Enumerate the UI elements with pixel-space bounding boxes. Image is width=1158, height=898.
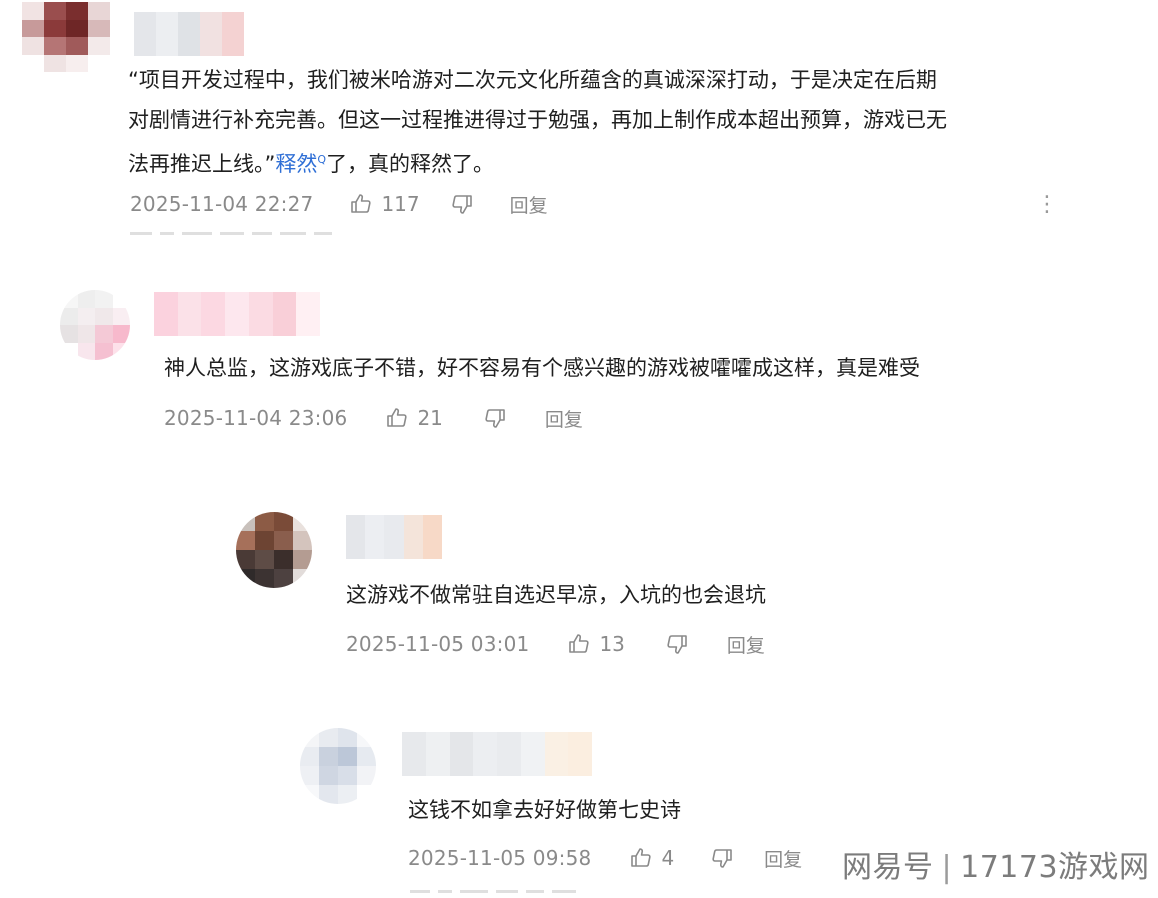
- thumb-down-icon[interactable]: [665, 632, 689, 656]
- avatar[interactable]: [236, 512, 312, 588]
- like-count: 21: [417, 406, 443, 430]
- comment-meta: 2025-11-04 22:27 117 回复: [130, 188, 548, 220]
- username-blurred[interactable]: [346, 515, 443, 559]
- like-count: 13: [599, 632, 625, 656]
- avatar[interactable]: [60, 290, 130, 360]
- thumb-up-icon[interactable]: [629, 846, 653, 870]
- avatar[interactable]: [22, 2, 110, 72]
- comment-text-line: 对剧情进行补充完善。但这一过程推进得过于勉强，再加上制作成本超出预算，游戏已无: [128, 108, 947, 132]
- reply-button[interactable]: 回复: [727, 631, 765, 658]
- timestamp: 2025-11-04 23:06: [164, 406, 348, 430]
- comment-meta: 2025-11-05 09:58 4 回复: [408, 842, 802, 874]
- keyword-link[interactable]: 释然: [275, 152, 317, 176]
- thumb-down-icon[interactable]: [450, 192, 474, 216]
- timestamp: 2025-11-04 22:27: [130, 192, 314, 216]
- search-mark-icon: Q: [317, 153, 327, 166]
- comment-text-segment: 了，真的释然了。: [326, 152, 495, 176]
- username-blurred[interactable]: [134, 12, 244, 56]
- comment-text: 这钱不如拿去好好做第七史诗: [408, 798, 681, 822]
- timestamp: 2025-11-05 03:01: [346, 632, 530, 656]
- thumb-up-icon[interactable]: [567, 632, 591, 656]
- reply-button[interactable]: 回复: [510, 191, 548, 218]
- comment-text-segment: 法再推迟上线。”: [128, 152, 276, 176]
- like-count: 4: [661, 846, 675, 870]
- username-blurred[interactable]: [154, 292, 321, 336]
- divider: [410, 888, 576, 894]
- thumb-up-icon[interactable]: [385, 406, 409, 430]
- more-vertical-icon[interactable]: ⋮: [1036, 194, 1058, 216]
- reply-button[interactable]: 回复: [764, 845, 802, 872]
- comment-text-line: “项目开发过程中，我们被米哈游对二次元文化所蕴含的真诚深深打动，于是决定在后期: [128, 68, 937, 92]
- divider: [130, 230, 332, 236]
- like-count: 117: [381, 192, 420, 216]
- thumb-down-icon[interactable]: [710, 846, 734, 870]
- avatar[interactable]: [300, 728, 376, 804]
- thumb-down-icon[interactable]: [483, 406, 507, 430]
- watermark-right: 17173游戏网: [960, 850, 1150, 885]
- watermark-left: 网易号: [842, 850, 934, 885]
- watermark-separator: |: [941, 850, 953, 885]
- comment-page: “项目开发过程中，我们被米哈游对二次元文化所蕴含的真诚深深打动，于是决定在后期 …: [0, 0, 1158, 898]
- thumb-up-icon[interactable]: [349, 192, 373, 216]
- comment-text: 这游戏不做常驻自选迟早凉，入坑的也会退坑: [346, 583, 766, 607]
- comment-text: 神人总监，这游戏底子不错，好不容易有个感兴趣的游戏被嚯嚯成这样，真是难受: [164, 356, 920, 380]
- watermark: 网易号 | 17173游戏网: [842, 842, 1150, 886]
- comment-text-line: 法再推迟上线。”释然Q了，真的释然了。: [128, 140, 947, 184]
- comment-text: “项目开发过程中，我们被米哈游对二次元文化所蕴含的真诚深深打动，于是决定在后期 …: [128, 60, 947, 184]
- comment-meta: 2025-11-04 23:06 21 回复: [164, 402, 583, 434]
- comment-meta: 2025-11-05 03:01 13 回复: [346, 628, 765, 660]
- username-blurred[interactable]: [402, 732, 592, 776]
- reply-button[interactable]: 回复: [545, 405, 583, 432]
- timestamp: 2025-11-05 09:58: [408, 846, 592, 870]
